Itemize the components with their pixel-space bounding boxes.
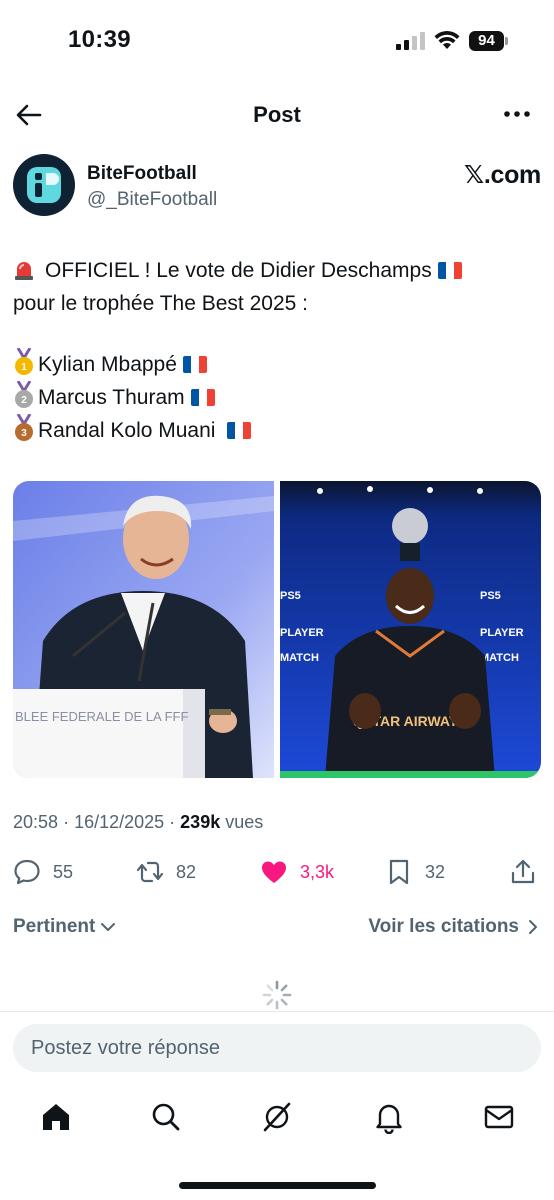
sort-label: Pertinent (13, 916, 96, 937)
like-count: 3,3k (300, 861, 335, 882)
bronze-medal-icon: 3 (15, 414, 33, 441)
ranking-2: Marcus Thuram (38, 386, 185, 409)
tweet-media: BLEE FEDERALE DE LA FFF PS5 PS5 PLAYER P… (13, 481, 541, 778)
battery-level: 94 (469, 31, 504, 51)
bottom-tab-bar (0, 1092, 554, 1144)
reply-button[interactable]: 55 (13, 852, 73, 892)
repost-button[interactable]: 82 (136, 852, 196, 892)
like-button[interactable]: 3,3k (260, 852, 334, 892)
more-options-icon[interactable] (502, 104, 532, 124)
svg-text:PLAYER: PLAYER (480, 627, 524, 639)
svg-text:MATCH: MATCH (480, 652, 519, 664)
ps5-logo-text: PS5 (480, 590, 501, 602)
repost-count: 82 (176, 861, 197, 882)
svg-text:3: 3 (21, 428, 27, 439)
page-title: Post (253, 102, 301, 127)
views-label: vues (225, 812, 264, 832)
share-icon (511, 859, 535, 884)
action-bar: 55 82 3,3k 32 (0, 852, 554, 892)
post-header: Post (0, 92, 554, 138)
author-row: BiteFootball @_BiteFootball 𝕏.com (13, 154, 541, 218)
svg-text:PLAYER: PLAYER (280, 627, 324, 639)
france-flag-icon (182, 356, 207, 373)
replies-sort-row: Pertinent Voir les citations (13, 914, 541, 944)
tweet-text: OFFICIEL ! Le vote de Didier Deschamps p… (13, 254, 541, 447)
bitefootball-logo-icon (27, 167, 61, 203)
sort-dropdown[interactable]: Pertinent (13, 916, 117, 938)
view-quotes-link[interactable]: Voir les citations (368, 916, 541, 938)
reply-icon (14, 859, 40, 885)
cellular-signal-icon (396, 32, 425, 50)
tweet-line-1: OFFICIEL ! Le vote de Didier Deschamps (45, 259, 432, 282)
photo-deschamps[interactable]: BLEE FEDERALE DE LA FFF (13, 481, 274, 778)
svg-text:MATCH: MATCH (280, 652, 319, 664)
author-handle[interactable]: @_BiteFootball (87, 189, 217, 211)
loading-spinner-icon (262, 980, 292, 1010)
battery-icon: 94 (469, 31, 509, 51)
search-icon[interactable] (149, 1100, 183, 1134)
reply-count: 55 (53, 861, 74, 882)
siren-emoji-icon (15, 262, 33, 280)
reply-input[interactable]: Postez votre réponse (13, 1024, 541, 1072)
messages-envelope-icon[interactable] (482, 1100, 516, 1134)
ranking-3: Randal Kolo Muani (38, 419, 216, 442)
reply-composer: Postez votre réponse (0, 1011, 554, 1087)
bookmark-icon (389, 859, 409, 885)
heart-filled-icon (262, 861, 286, 883)
avatar[interactable] (13, 154, 75, 216)
views-count: 239k (180, 812, 221, 832)
view-quotes-label: Voir les citations (368, 916, 519, 937)
svg-text:2: 2 (21, 395, 27, 406)
tweet-date[interactable]: 16/12/2025 (74, 812, 164, 832)
svg-text:1: 1 (21, 362, 27, 373)
share-button[interactable] (509, 852, 537, 892)
france-flag-icon (437, 262, 462, 279)
source-label: 𝕏.com (464, 161, 541, 189)
gold-medal-icon: 1 (15, 348, 33, 375)
lectern-banner-text: BLEE FEDERALE DE LA FFF (15, 709, 188, 724)
france-flag-icon (190, 389, 215, 406)
tweet-line-2: pour le trophée The Best 2025 : (13, 292, 308, 315)
tweet-meta: 20:58 · 16/12/2025 · 239k vues (13, 812, 264, 832)
status-bar: 10:39 94 (0, 0, 554, 80)
home-indicator (179, 1182, 376, 1189)
grok-icon[interactable] (260, 1100, 294, 1134)
svg-text:PS5: PS5 (280, 590, 301, 602)
chevron-down-icon (101, 923, 116, 931)
chevron-right-icon (529, 920, 537, 934)
bookmark-count: 32 (425, 861, 446, 882)
repost-icon (136, 861, 164, 883)
bookmark-button[interactable]: 32 (385, 852, 445, 892)
tweet-time[interactable]: 20:58 (13, 812, 58, 832)
photo-thuram[interactable]: PS5 PS5 PLAYER PLAYER MATCH MATCH QATAR … (280, 481, 541, 778)
home-icon[interactable] (39, 1100, 73, 1134)
author-name[interactable]: BiteFootball (87, 163, 197, 185)
notifications-bell-icon[interactable] (372, 1100, 406, 1134)
ranking-1: Kylian Mbappé (38, 353, 177, 376)
silver-medal-icon: 2 (15, 381, 33, 408)
france-flag-icon (227, 422, 252, 439)
status-time: 10:39 (68, 26, 131, 53)
wifi-icon (434, 31, 460, 49)
